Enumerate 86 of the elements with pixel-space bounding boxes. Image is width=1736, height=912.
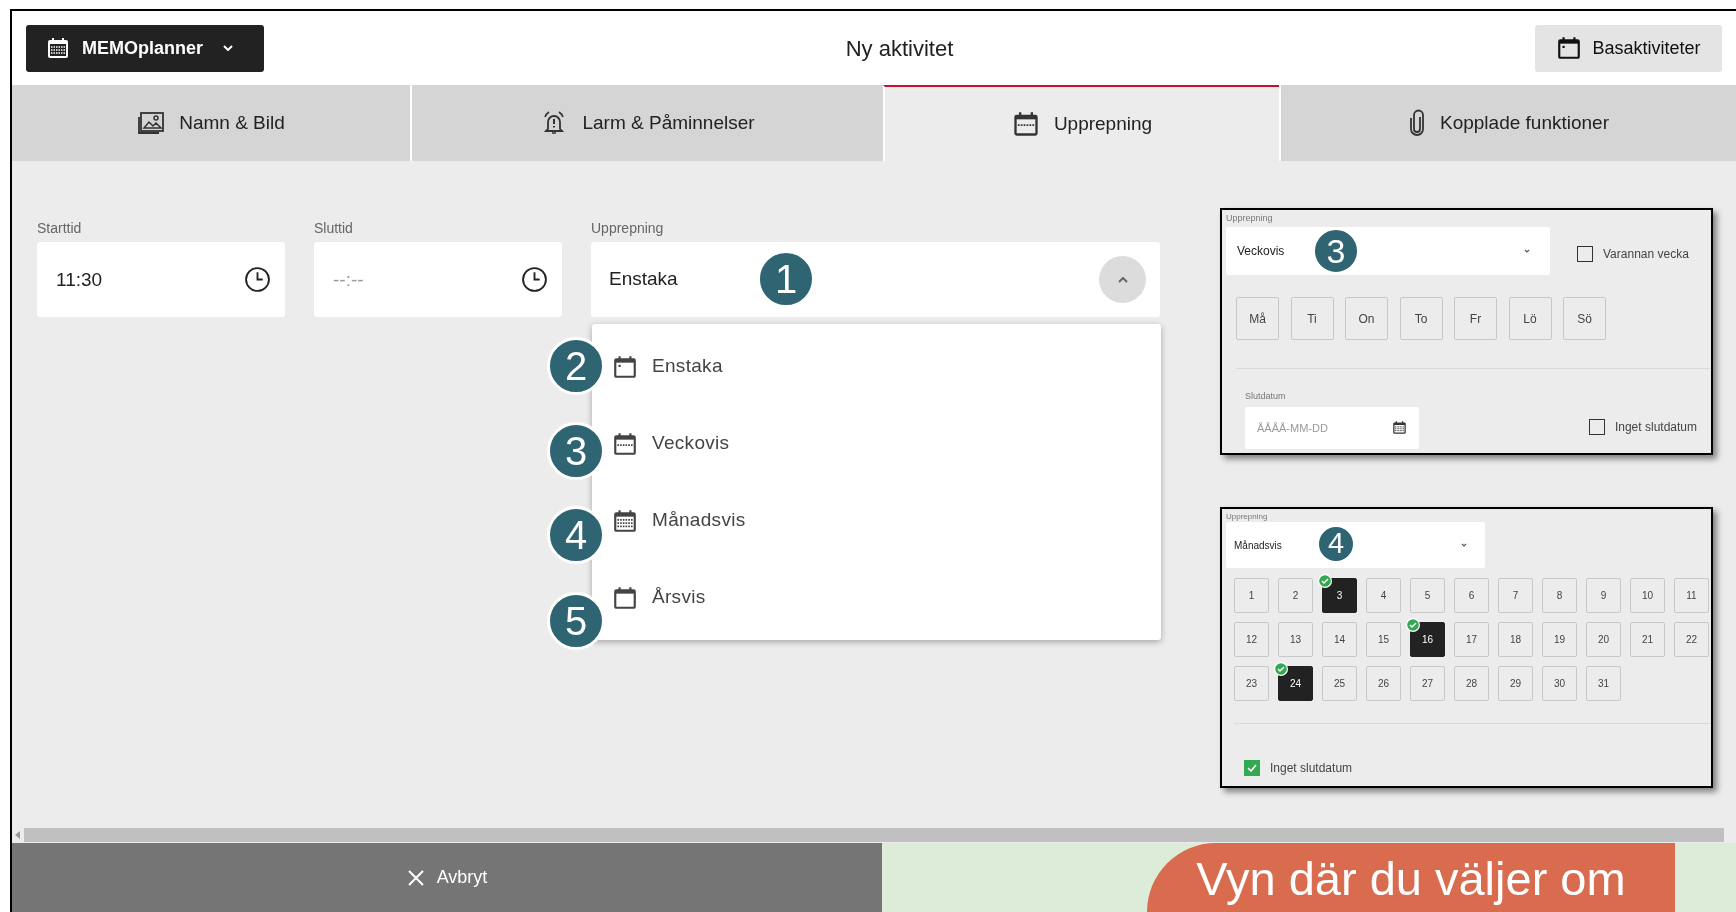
calendar-icon [46, 36, 70, 60]
day-button[interactable]: 23 [1234, 666, 1269, 701]
day-button[interactable]: Sö [1563, 297, 1606, 340]
scroll-left-icon[interactable] [15, 830, 21, 839]
day-button[interactable]: To [1399, 297, 1443, 340]
field-label: Starttid [37, 221, 83, 235]
checkbox[interactable] [1588, 419, 1605, 435]
day-button[interactable]: Lö [1508, 297, 1552, 340]
day-button[interactable]: 19 [1542, 622, 1577, 657]
day-button[interactable]: 12 [1234, 622, 1269, 657]
day-button[interactable]: 6 [1454, 578, 1489, 613]
day-button[interactable]: 14 [1322, 622, 1357, 657]
checkbox-label: Varannan vecka [1603, 246, 1689, 263]
base-activities-button[interactable]: Basaktiviteter [1535, 24, 1722, 72]
close-icon [406, 868, 425, 887]
day-button[interactable]: 27 [1410, 666, 1445, 701]
calendar-icon [612, 584, 638, 611]
field-label: Upprepning [1226, 512, 1269, 521]
chevron-icon [1461, 543, 1467, 547]
calendar-icon [612, 353, 638, 380]
callout-number: 3 [547, 422, 605, 480]
checkbox[interactable] [1577, 246, 1593, 262]
checkbox[interactable] [1244, 760, 1260, 776]
day-button[interactable]: 20 [1586, 622, 1621, 657]
day-button[interactable]: 2 [1278, 578, 1313, 613]
calendar-icon [612, 430, 638, 457]
day-button[interactable]: 31 [1586, 666, 1621, 701]
calendar-icon [1392, 420, 1407, 435]
paperclip-icon [1408, 109, 1426, 137]
day-button[interactable]: 7 [1498, 578, 1533, 613]
clock-icon [244, 266, 271, 293]
end-time-field[interactable]: --:-- [314, 242, 562, 317]
calendar-icon [1011, 110, 1040, 138]
day-button[interactable]: 8 [1542, 578, 1577, 613]
checkbox-label: Inget slutdatum [1270, 760, 1353, 777]
chevron-icon [1524, 249, 1530, 253]
day-button[interactable]: 9 [1586, 578, 1621, 613]
field-label: Sluttid [314, 221, 354, 235]
day-button[interactable]: 4 [1366, 578, 1401, 613]
tab[interactable]: Upprepning [883, 85, 1279, 161]
day-button[interactable]: 1 [1234, 578, 1269, 613]
callout-number: 4 [547, 506, 605, 564]
app-menu-button[interactable]: MEMOplanner [26, 24, 264, 72]
day-button[interactable]: 15 [1366, 622, 1401, 657]
check-icon [1247, 764, 1257, 772]
date-field[interactable]: ÅÅÅÅ-MM-DD [1245, 407, 1419, 449]
field-label: Upprepning [1226, 213, 1274, 223]
day-button[interactable]: 30 [1542, 666, 1577, 701]
cancel-button[interactable]: Avbryt [12, 843, 882, 912]
window-title: Ny aktivitet [845, 34, 954, 63]
day-button[interactable]: 28 [1454, 666, 1489, 701]
clock-icon [521, 266, 548, 293]
calendar-icon [1556, 35, 1583, 61]
check-icon [1317, 573, 1333, 589]
field-label: Slutdatum [1245, 391, 1287, 401]
chevron-icon [1117, 276, 1128, 283]
check-icon [1273, 661, 1289, 677]
callout-number: 2 [547, 337, 605, 395]
day-button[interactable]: 22 [1674, 622, 1709, 657]
day-button[interactable]: Fr [1454, 297, 1497, 340]
day-button[interactable]: Ti [1290, 297, 1334, 340]
day-button[interactable]: Må [1236, 297, 1279, 340]
caret-icon [223, 45, 233, 51]
day-button[interactable]: 24 [1278, 666, 1313, 701]
day-button[interactable]: 18 [1498, 622, 1533, 657]
day-button[interactable]: 11 [1674, 578, 1709, 613]
caption-banner: Vyn där du väljer om [1147, 843, 1675, 912]
day-button[interactable]: 21 [1630, 622, 1665, 657]
day-button[interactable]: 17 [1454, 622, 1489, 657]
check-icon [1405, 617, 1421, 633]
day-button[interactable]: On [1345, 297, 1388, 340]
day-button[interactable]: 16 [1410, 622, 1445, 657]
checkbox-label: Inget slutdatum [1614, 419, 1697, 436]
calendar-icon [612, 507, 638, 534]
day-button[interactable]: 5 [1410, 578, 1445, 613]
image-icon [137, 111, 166, 135]
day-button[interactable]: 29 [1498, 666, 1533, 701]
callout-number: 5 [547, 592, 605, 650]
start-time-field[interactable]: 11:30 [37, 242, 285, 317]
field-label: Upprepning [591, 221, 665, 235]
day-button[interactable]: 13 [1278, 622, 1313, 657]
scrollbar[interactable] [24, 827, 1724, 842]
day-button[interactable]: 3 [1322, 578, 1357, 613]
day-button[interactable]: 10 [1630, 578, 1665, 613]
day-button[interactable]: 26 [1366, 666, 1401, 701]
day-button[interactable]: 25 [1322, 666, 1357, 701]
